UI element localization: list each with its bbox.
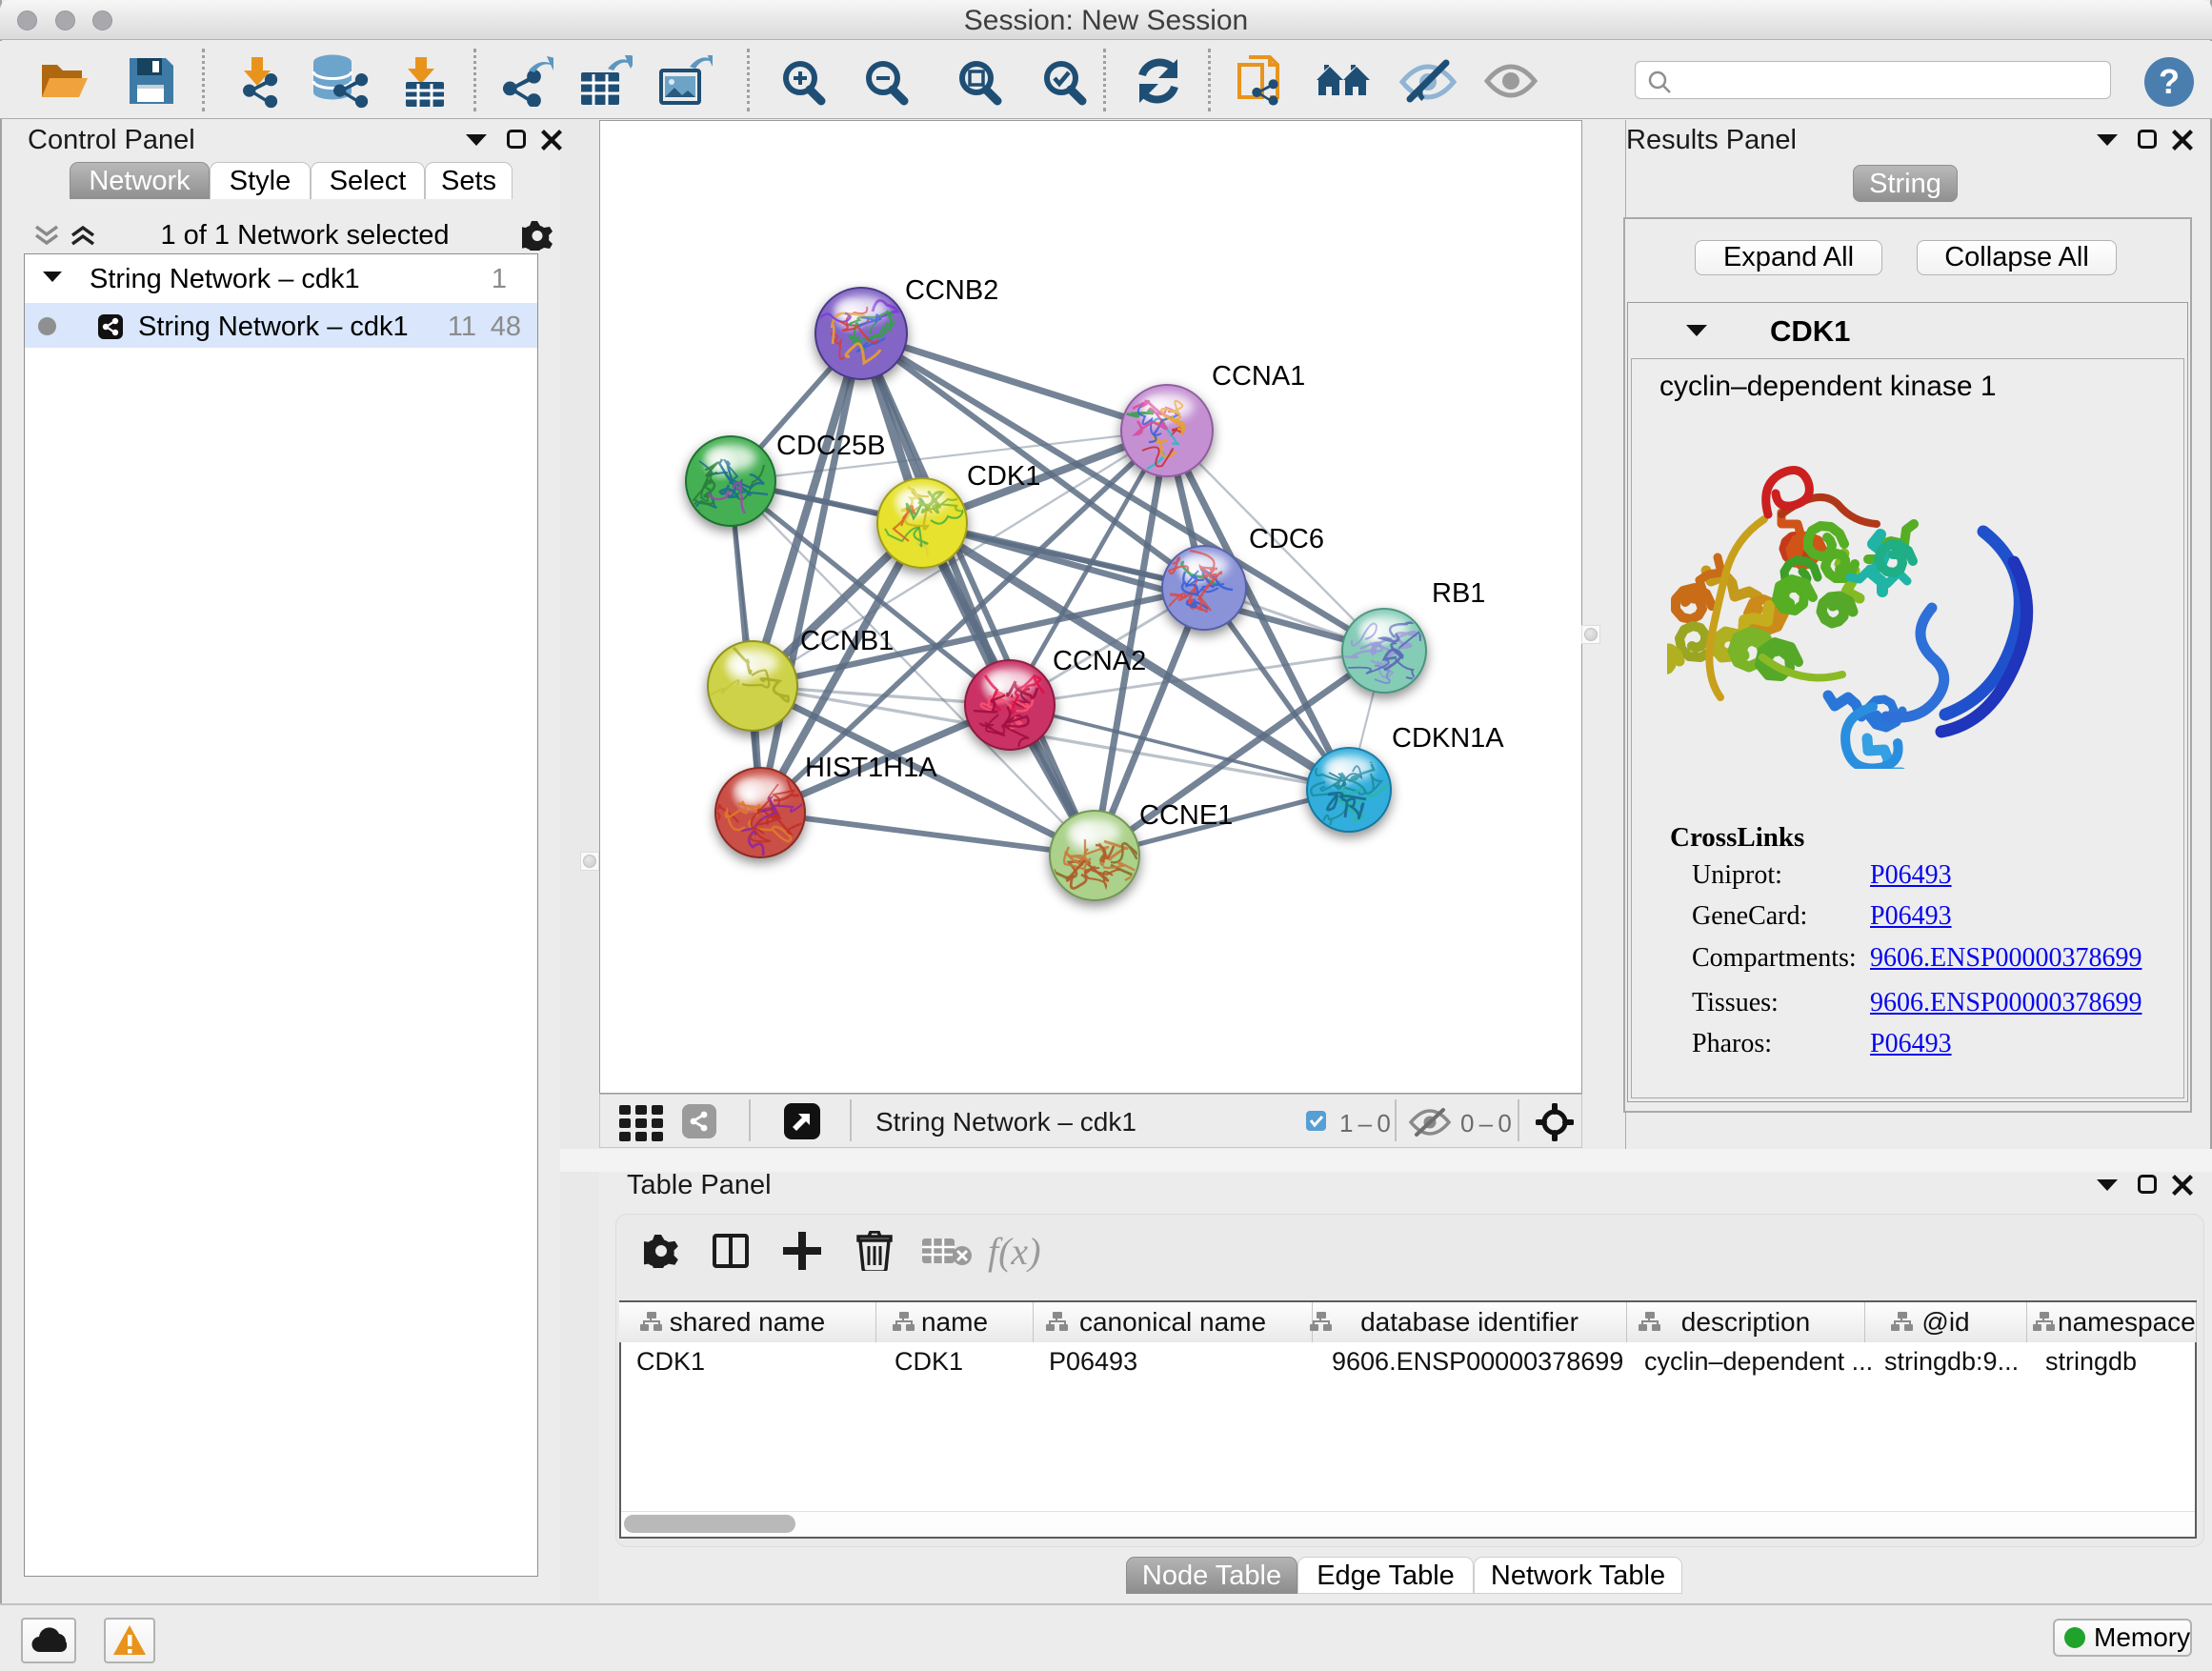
svg-text:?: ?	[2159, 62, 2180, 101]
svg-text:CCNE1: CCNE1	[1139, 800, 1233, 831]
svg-text:CDKN1A: CDKN1A	[1392, 723, 1504, 754]
svg-text:HIST1H1A: HIST1H1A	[805, 753, 937, 783]
svg-text:CCNA1: CCNA1	[1212, 361, 1305, 392]
svg-text:CCNB1: CCNB1	[800, 626, 894, 656]
svg-text:CCNB2: CCNB2	[905, 275, 998, 306]
svg-text:CDC6: CDC6	[1249, 524, 1324, 554]
svg-text:CCNA2: CCNA2	[1053, 646, 1146, 676]
svg-text:RB1: RB1	[1432, 578, 1485, 609]
svg-text:CDC25B: CDC25B	[776, 431, 885, 461]
svg-text:CDK1: CDK1	[967, 461, 1040, 492]
